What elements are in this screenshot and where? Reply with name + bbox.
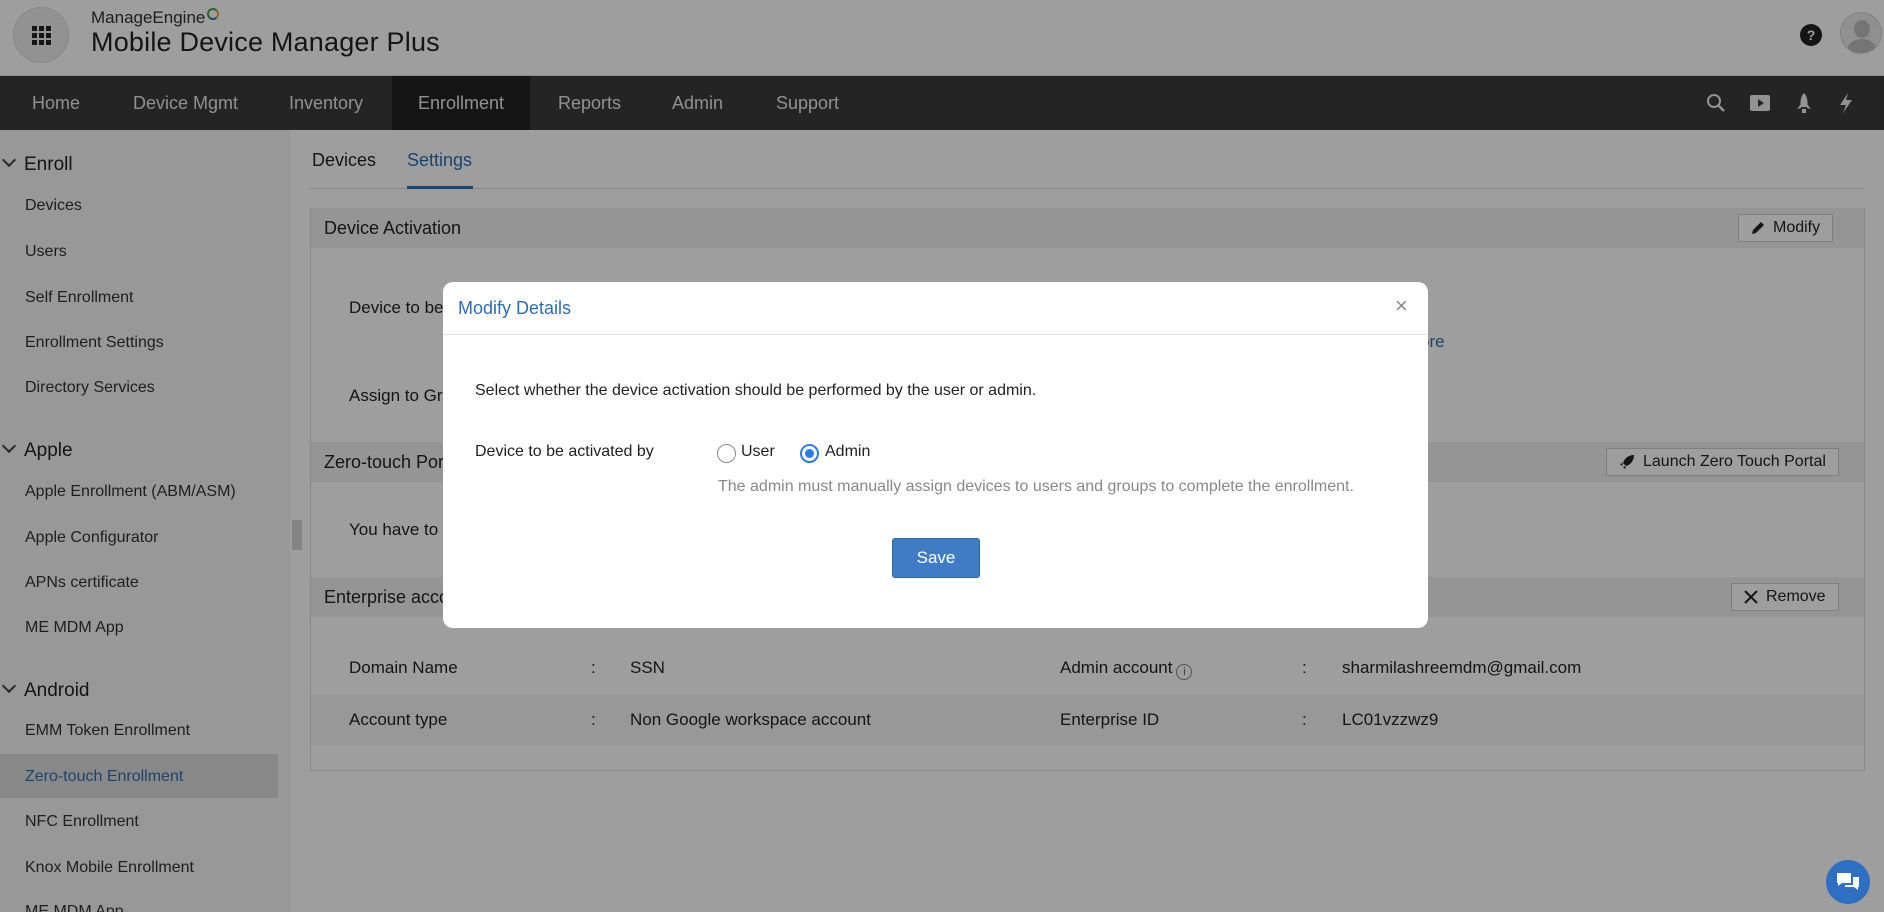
close-icon[interactable]: × bbox=[1395, 295, 1408, 317]
chat-icon bbox=[1837, 873, 1859, 890]
save-button[interactable]: Save bbox=[892, 538, 980, 578]
activation-field-label: Device to be activated by bbox=[475, 443, 654, 460]
modify-details-dialog: Modify Details × Select whether the devi… bbox=[443, 282, 1428, 628]
radio-user-label[interactable]: User bbox=[741, 443, 775, 461]
radio-admin-label[interactable]: Admin bbox=[825, 443, 870, 461]
dialog-divider bbox=[443, 334, 1428, 335]
dialog-description: Select whether the device activation sho… bbox=[475, 382, 1037, 399]
chat-button[interactable] bbox=[1826, 860, 1870, 904]
dialog-title: Modify Details bbox=[458, 298, 572, 318]
radio-user[interactable] bbox=[717, 444, 736, 463]
admin-hint-text: The admin must manually assign devices t… bbox=[718, 478, 1354, 495]
radio-admin[interactable] bbox=[800, 444, 819, 463]
